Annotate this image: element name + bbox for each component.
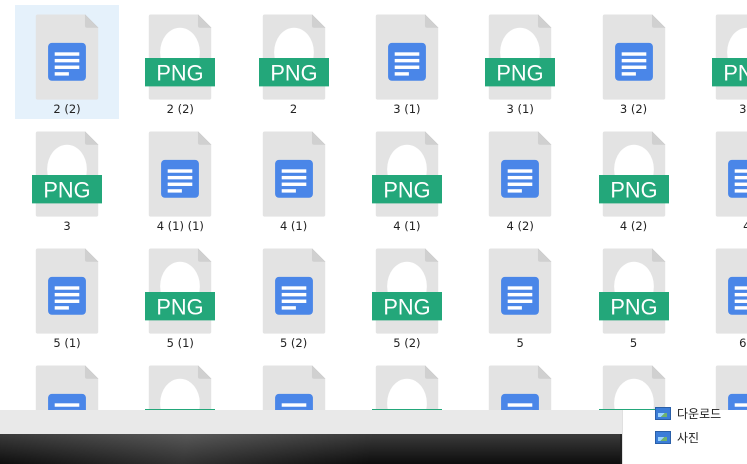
png-file-icon: PNG bbox=[711, 14, 747, 100]
png-file-icon: PNG bbox=[371, 365, 442, 410]
folder-icon bbox=[655, 406, 671, 420]
png-file-icon: PNG bbox=[598, 131, 669, 217]
document-file-icon bbox=[35, 14, 99, 100]
file-name-label: 5 (2) bbox=[393, 336, 421, 350]
document-file-icon bbox=[35, 365, 99, 410]
png-file-icon: PNG bbox=[258, 14, 329, 100]
document-file-icon bbox=[375, 14, 439, 100]
document-file-icon bbox=[262, 248, 325, 334]
file-name-label: 5 bbox=[629, 336, 638, 350]
file-item[interactable] bbox=[468, 356, 572, 410]
file-item[interactable]: PNG 3 bbox=[15, 122, 119, 236]
document-file-icon bbox=[262, 365, 325, 410]
nav-item-pictures[interactable]: 사진 bbox=[655, 428, 699, 446]
png-file-icon: PNG bbox=[371, 248, 442, 334]
file-item[interactable]: 5 (1) bbox=[15, 239, 119, 353]
file-name-label: 5 (1) bbox=[53, 336, 81, 350]
document-file-icon bbox=[715, 131, 747, 217]
file-item[interactable]: 4 bbox=[695, 122, 747, 236]
nav-item-label: 다운로드 bbox=[677, 406, 722, 421]
file-name-label: 4 bbox=[743, 219, 747, 233]
png-file-icon: PNG bbox=[145, 14, 216, 100]
document-file-icon bbox=[715, 365, 747, 410]
file-item[interactable]: PNG 2 bbox=[242, 5, 346, 119]
file-name-label: 6 ( bbox=[739, 336, 747, 350]
file-name-label: 2 (2) bbox=[166, 102, 194, 116]
file-name-label: 2 bbox=[289, 102, 298, 116]
pictures-folder-icon bbox=[655, 430, 671, 444]
svg-text:PNG: PNG bbox=[157, 61, 204, 86]
png-file-icon: PNG bbox=[598, 248, 669, 334]
svg-text:PNG: PNG bbox=[43, 178, 90, 203]
file-item[interactable]: PNG 3 (1) bbox=[468, 5, 572, 119]
file-name-label: 3 (1) bbox=[393, 102, 421, 116]
file-item[interactable]: PNG bbox=[582, 356, 686, 410]
png-file-icon: PNG bbox=[145, 365, 216, 410]
document-file-icon bbox=[488, 248, 552, 334]
file-item[interactable]: PNG 5 (2) bbox=[355, 239, 459, 353]
file-item[interactable] bbox=[242, 356, 346, 410]
file-item[interactable]: 6 ( bbox=[695, 239, 747, 353]
file-item[interactable]: PNG 5 bbox=[582, 239, 686, 353]
svg-text:PNG: PNG bbox=[610, 295, 657, 320]
file-item[interactable]: PNG 3 ( bbox=[695, 5, 747, 119]
nav-item-label: 사진 bbox=[677, 430, 700, 445]
svg-text:PNG: PNG bbox=[383, 178, 430, 203]
png-file-icon: PNG bbox=[371, 131, 442, 217]
svg-text:PNG: PNG bbox=[383, 295, 430, 320]
document-file-icon bbox=[488, 365, 552, 410]
svg-text:PNG: PNG bbox=[497, 61, 544, 86]
file-item[interactable]: 4 (1) (1) bbox=[128, 122, 232, 236]
file-name-label: 4 (1) bbox=[393, 219, 421, 233]
png-file-icon: PNG bbox=[598, 365, 669, 410]
png-file-icon: PNG bbox=[485, 14, 556, 100]
file-item[interactable] bbox=[15, 356, 119, 410]
png-file-icon: PNG bbox=[145, 248, 216, 334]
svg-text:PNG: PNG bbox=[157, 295, 204, 320]
document-file-icon bbox=[488, 131, 552, 217]
file-name-label: 4 (2) bbox=[619, 219, 648, 233]
file-item[interactable]: PNG 4 (1) bbox=[355, 122, 459, 236]
file-item[interactable]: PNG 2 (2) bbox=[128, 5, 232, 119]
file-name-label: 5 bbox=[516, 336, 524, 350]
file-item[interactable]: 4 (2) bbox=[468, 122, 572, 236]
file-item[interactable]: 5 (2) bbox=[242, 239, 346, 353]
file-item[interactable]: 4 (1) bbox=[242, 122, 346, 236]
file-item[interactable] bbox=[695, 356, 747, 410]
file-name-label: 3 (1) bbox=[506, 102, 534, 116]
file-name-label: 4 (1) bbox=[279, 219, 308, 233]
navigation-pane[interactable]: 다운로드 사진 bbox=[622, 406, 747, 464]
document-file-icon bbox=[149, 131, 212, 217]
file-name-label: 5 (1) bbox=[166, 336, 194, 350]
file-item[interactable]: 5 bbox=[468, 239, 572, 353]
file-name-label: 3 ( bbox=[739, 102, 747, 116]
file-name-label: 3 (2) bbox=[619, 102, 648, 116]
file-name-label: 4 (2) bbox=[506, 219, 534, 233]
file-name-label: 2 (2) bbox=[53, 102, 81, 116]
file-item[interactable]: 3 (1) bbox=[355, 5, 459, 119]
svg-text:PNG: PNG bbox=[270, 61, 317, 86]
file-name-label: 4 (1) (1) bbox=[156, 219, 204, 233]
document-file-icon bbox=[262, 131, 325, 217]
file-name-label: 5 (2) bbox=[279, 336, 308, 350]
file-name-label: 3 bbox=[63, 219, 71, 233]
nav-item-downloads[interactable]: 다운로드 bbox=[655, 404, 721, 422]
document-file-icon bbox=[35, 248, 99, 334]
file-item[interactable]: 3 (2) bbox=[582, 5, 686, 119]
svg-text:PNG: PNG bbox=[610, 178, 657, 203]
png-file-icon: PNG bbox=[32, 131, 102, 217]
document-file-icon bbox=[602, 14, 665, 100]
file-item[interactable]: PNG 4 (2) bbox=[582, 122, 686, 236]
file-item[interactable]: PNG 5 (1) bbox=[128, 239, 232, 353]
document-file-icon bbox=[715, 248, 747, 334]
file-explorer-content[interactable]: 2 (2) PNG 2 (2) PNG 2 3 (1) PNG 3 (1) 3 … bbox=[0, 0, 747, 410]
desktop-wallpaper bbox=[0, 434, 620, 464]
file-item[interactable]: PNG bbox=[128, 356, 232, 410]
file-item[interactable]: PNG bbox=[355, 356, 459, 410]
svg-text:PNG: PNG bbox=[723, 61, 747, 86]
file-item[interactable]: 2 (2) bbox=[15, 5, 119, 119]
